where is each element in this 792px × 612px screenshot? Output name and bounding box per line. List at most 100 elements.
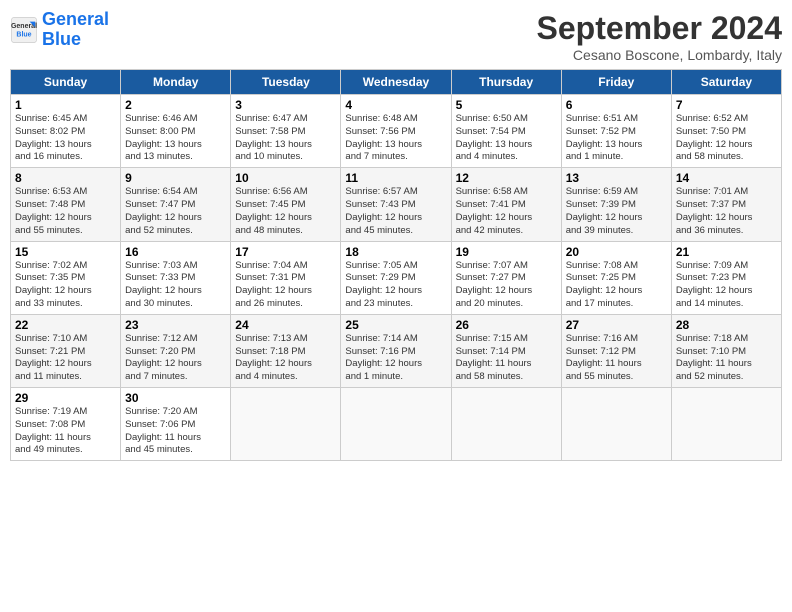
day-number: 4 (345, 98, 446, 112)
calendar-row: 1Sunrise: 6:45 AMSunset: 8:02 PMDaylight… (11, 95, 782, 168)
cell-details: Sunrise: 7:03 AMSunset: 7:33 PMDaylight:… (125, 260, 226, 311)
calendar-row: 15Sunrise: 7:02 AMSunset: 7:35 PMDayligh… (11, 241, 782, 314)
day-number: 30 (125, 391, 226, 405)
calendar-cell: 7Sunrise: 6:52 AMSunset: 7:50 PMDaylight… (671, 95, 781, 168)
calendar-cell: 14Sunrise: 7:01 AMSunset: 7:37 PMDayligh… (671, 168, 781, 241)
calendar-table: SundayMondayTuesdayWednesdayThursdayFrid… (10, 69, 782, 461)
day-number: 12 (456, 171, 557, 185)
weekday-header: Wednesday (341, 70, 451, 95)
day-number: 26 (456, 318, 557, 332)
cell-details: Sunrise: 6:56 AMSunset: 7:45 PMDaylight:… (235, 186, 336, 237)
calendar-cell: 26Sunrise: 7:15 AMSunset: 7:14 PMDayligh… (451, 314, 561, 387)
day-number: 29 (15, 391, 116, 405)
calendar-row: 29Sunrise: 7:19 AMSunset: 7:08 PMDayligh… (11, 388, 782, 461)
calendar-cell: 23Sunrise: 7:12 AMSunset: 7:20 PMDayligh… (121, 314, 231, 387)
calendar-cell: 1Sunrise: 6:45 AMSunset: 8:02 PMDaylight… (11, 95, 121, 168)
cell-details: Sunrise: 7:02 AMSunset: 7:35 PMDaylight:… (15, 260, 116, 311)
day-number: 9 (125, 171, 226, 185)
cell-details: Sunrise: 7:10 AMSunset: 7:21 PMDaylight:… (15, 333, 116, 384)
calendar-cell: 28Sunrise: 7:18 AMSunset: 7:10 PMDayligh… (671, 314, 781, 387)
weekday-header: Saturday (671, 70, 781, 95)
weekday-header: Sunday (11, 70, 121, 95)
calendar-cell: 11Sunrise: 6:57 AMSunset: 7:43 PMDayligh… (341, 168, 451, 241)
calendar-cell: 21Sunrise: 7:09 AMSunset: 7:23 PMDayligh… (671, 241, 781, 314)
logo: General Blue GeneralBlue (10, 10, 109, 50)
calendar-cell: 25Sunrise: 7:14 AMSunset: 7:16 PMDayligh… (341, 314, 451, 387)
cell-details: Sunrise: 6:50 AMSunset: 7:54 PMDaylight:… (456, 113, 557, 164)
svg-text:Blue: Blue (16, 31, 31, 38)
calendar-cell: 5Sunrise: 6:50 AMSunset: 7:54 PMDaylight… (451, 95, 561, 168)
calendar-cell: 12Sunrise: 6:58 AMSunset: 7:41 PMDayligh… (451, 168, 561, 241)
calendar-cell (561, 388, 671, 461)
calendar-cell: 3Sunrise: 6:47 AMSunset: 7:58 PMDaylight… (231, 95, 341, 168)
calendar-cell: 16Sunrise: 7:03 AMSunset: 7:33 PMDayligh… (121, 241, 231, 314)
cell-details: Sunrise: 7:12 AMSunset: 7:20 PMDaylight:… (125, 333, 226, 384)
calendar-cell: 15Sunrise: 7:02 AMSunset: 7:35 PMDayligh… (11, 241, 121, 314)
day-number: 23 (125, 318, 226, 332)
main-title: September 2024 (537, 10, 782, 47)
day-number: 10 (235, 171, 336, 185)
calendar-row: 22Sunrise: 7:10 AMSunset: 7:21 PMDayligh… (11, 314, 782, 387)
day-number: 22 (15, 318, 116, 332)
cell-details: Sunrise: 6:45 AMSunset: 8:02 PMDaylight:… (15, 113, 116, 164)
cell-details: Sunrise: 7:15 AMSunset: 7:14 PMDaylight:… (456, 333, 557, 384)
calendar-cell: 10Sunrise: 6:56 AMSunset: 7:45 PMDayligh… (231, 168, 341, 241)
cell-details: Sunrise: 6:53 AMSunset: 7:48 PMDaylight:… (15, 186, 116, 237)
cell-details: Sunrise: 6:57 AMSunset: 7:43 PMDaylight:… (345, 186, 446, 237)
calendar-header: SundayMondayTuesdayWednesdayThursdayFrid… (11, 70, 782, 95)
cell-details: Sunrise: 7:20 AMSunset: 7:06 PMDaylight:… (125, 406, 226, 457)
calendar-cell: 2Sunrise: 6:46 AMSunset: 8:00 PMDaylight… (121, 95, 231, 168)
cell-details: Sunrise: 6:46 AMSunset: 8:00 PMDaylight:… (125, 113, 226, 164)
day-number: 15 (15, 245, 116, 259)
day-number: 27 (566, 318, 667, 332)
calendar-row: 8Sunrise: 6:53 AMSunset: 7:48 PMDaylight… (11, 168, 782, 241)
calendar-cell: 19Sunrise: 7:07 AMSunset: 7:27 PMDayligh… (451, 241, 561, 314)
day-number: 25 (345, 318, 446, 332)
cell-details: Sunrise: 6:47 AMSunset: 7:58 PMDaylight:… (235, 113, 336, 164)
title-area: September 2024 Cesano Boscone, Lombardy,… (537, 10, 782, 63)
cell-details: Sunrise: 7:09 AMSunset: 7:23 PMDaylight:… (676, 260, 777, 311)
cell-details: Sunrise: 7:04 AMSunset: 7:31 PMDaylight:… (235, 260, 336, 311)
weekday-header: Friday (561, 70, 671, 95)
day-number: 17 (235, 245, 336, 259)
day-number: 6 (566, 98, 667, 112)
subtitle: Cesano Boscone, Lombardy, Italy (537, 47, 782, 63)
day-number: 3 (235, 98, 336, 112)
cell-details: Sunrise: 6:48 AMSunset: 7:56 PMDaylight:… (345, 113, 446, 164)
day-number: 18 (345, 245, 446, 259)
day-number: 16 (125, 245, 226, 259)
cell-details: Sunrise: 7:18 AMSunset: 7:10 PMDaylight:… (676, 333, 777, 384)
calendar-cell (231, 388, 341, 461)
calendar-cell: 9Sunrise: 6:54 AMSunset: 7:47 PMDaylight… (121, 168, 231, 241)
day-number: 11 (345, 171, 446, 185)
day-number: 14 (676, 171, 777, 185)
day-number: 5 (456, 98, 557, 112)
logo-icon: General Blue (10, 16, 38, 44)
day-number: 8 (15, 171, 116, 185)
cell-details: Sunrise: 7:14 AMSunset: 7:16 PMDaylight:… (345, 333, 446, 384)
header: General Blue GeneralBlue September 2024 … (10, 10, 782, 63)
cell-details: Sunrise: 6:52 AMSunset: 7:50 PMDaylight:… (676, 113, 777, 164)
day-number: 1 (15, 98, 116, 112)
weekday-header: Monday (121, 70, 231, 95)
calendar-cell (341, 388, 451, 461)
day-number: 20 (566, 245, 667, 259)
cell-details: Sunrise: 7:16 AMSunset: 7:12 PMDaylight:… (566, 333, 667, 384)
calendar-cell: 29Sunrise: 7:19 AMSunset: 7:08 PMDayligh… (11, 388, 121, 461)
calendar-cell: 22Sunrise: 7:10 AMSunset: 7:21 PMDayligh… (11, 314, 121, 387)
cell-details: Sunrise: 6:54 AMSunset: 7:47 PMDaylight:… (125, 186, 226, 237)
calendar-cell: 27Sunrise: 7:16 AMSunset: 7:12 PMDayligh… (561, 314, 671, 387)
cell-details: Sunrise: 7:01 AMSunset: 7:37 PMDaylight:… (676, 186, 777, 237)
calendar-cell: 17Sunrise: 7:04 AMSunset: 7:31 PMDayligh… (231, 241, 341, 314)
cell-details: Sunrise: 6:58 AMSunset: 7:41 PMDaylight:… (456, 186, 557, 237)
day-number: 19 (456, 245, 557, 259)
cell-details: Sunrise: 7:08 AMSunset: 7:25 PMDaylight:… (566, 260, 667, 311)
cell-details: Sunrise: 7:19 AMSunset: 7:08 PMDaylight:… (15, 406, 116, 457)
logo-text: GeneralBlue (42, 10, 109, 50)
day-number: 21 (676, 245, 777, 259)
day-number: 2 (125, 98, 226, 112)
cell-details: Sunrise: 7:07 AMSunset: 7:27 PMDaylight:… (456, 260, 557, 311)
cell-details: Sunrise: 7:05 AMSunset: 7:29 PMDaylight:… (345, 260, 446, 311)
cell-details: Sunrise: 7:13 AMSunset: 7:18 PMDaylight:… (235, 333, 336, 384)
weekday-header: Thursday (451, 70, 561, 95)
